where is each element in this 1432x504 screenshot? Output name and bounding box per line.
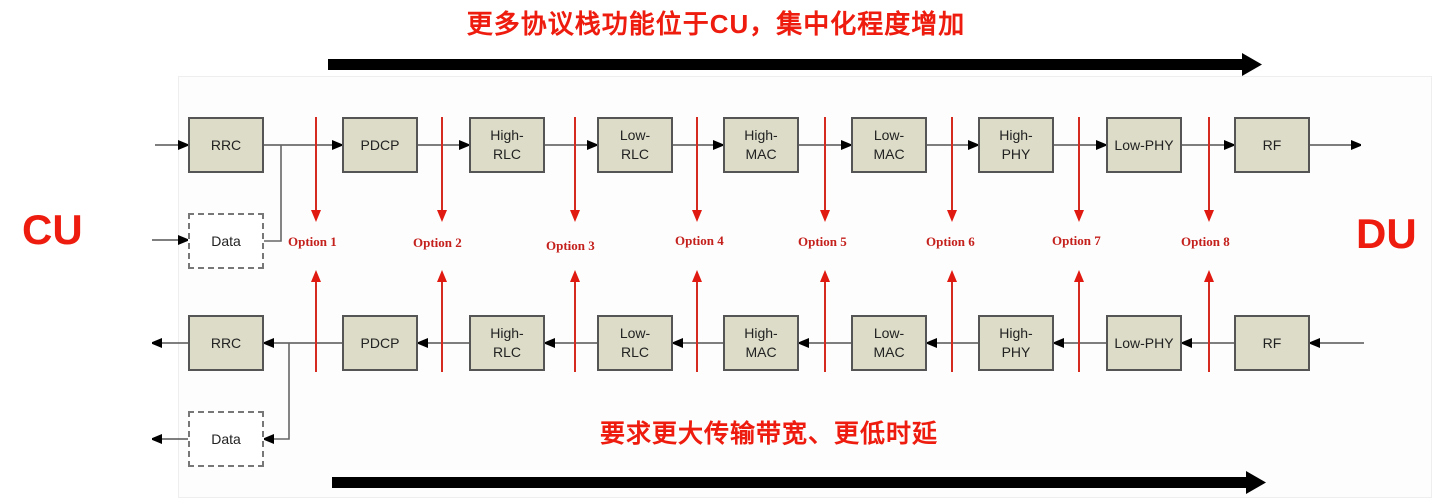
split-option-label: Option 1 [288, 234, 337, 249]
downlink-block: High- RLC [469, 117, 545, 173]
downlink-block: Low-PHY [1106, 117, 1182, 173]
uplink-block: High- PHY [978, 315, 1054, 371]
downlink-block: High- MAC [723, 117, 799, 173]
bandwidth-arrow [332, 471, 1266, 494]
split-option-label: Option 7 [1052, 233, 1101, 248]
split-option-label: Option 8 [1181, 234, 1230, 249]
uplink-block: PDCP [342, 315, 418, 371]
centralization-arrow [328, 53, 1262, 76]
split-option-label: Option 4 [675, 233, 724, 248]
uplink-data-block: Data [188, 411, 264, 467]
split-option-label: Option 5 [798, 234, 847, 249]
downlink-block: RF [1234, 117, 1310, 173]
downlink-data-block: Data [188, 213, 264, 269]
downlink-block: Low- MAC [851, 117, 927, 173]
cu-label: CU [22, 206, 83, 253]
bandwidth-latency-caption: 要求更大传输带宽、更低时延 [600, 420, 939, 448]
downlink-block: Low- RLC [597, 117, 673, 173]
split-option-label: Option 3 [546, 238, 595, 253]
uplink-block: Low- RLC [597, 315, 673, 371]
downlink-block: RRC [188, 117, 264, 173]
downlink-block: PDCP [342, 117, 418, 173]
data-split-connector [265, 343, 290, 439]
centralization-caption: 更多协议栈功能位于CU，集中化程度增加 [466, 9, 966, 39]
uplink-block: Low- MAC [851, 315, 927, 371]
downlink-block: High- PHY [978, 117, 1054, 173]
uplink-block: High- RLC [469, 315, 545, 371]
uplink-block: RF [1234, 315, 1310, 371]
uplink-block: RRC [188, 315, 264, 371]
uplink-block: High- MAC [723, 315, 799, 371]
uplink-block: Low-PHY [1106, 315, 1182, 371]
data-merge-connector [264, 145, 282, 242]
split-option-label: Option 6 [926, 234, 975, 249]
split-option-label: Option 2 [413, 235, 462, 250]
du-label: DU [1356, 210, 1417, 257]
